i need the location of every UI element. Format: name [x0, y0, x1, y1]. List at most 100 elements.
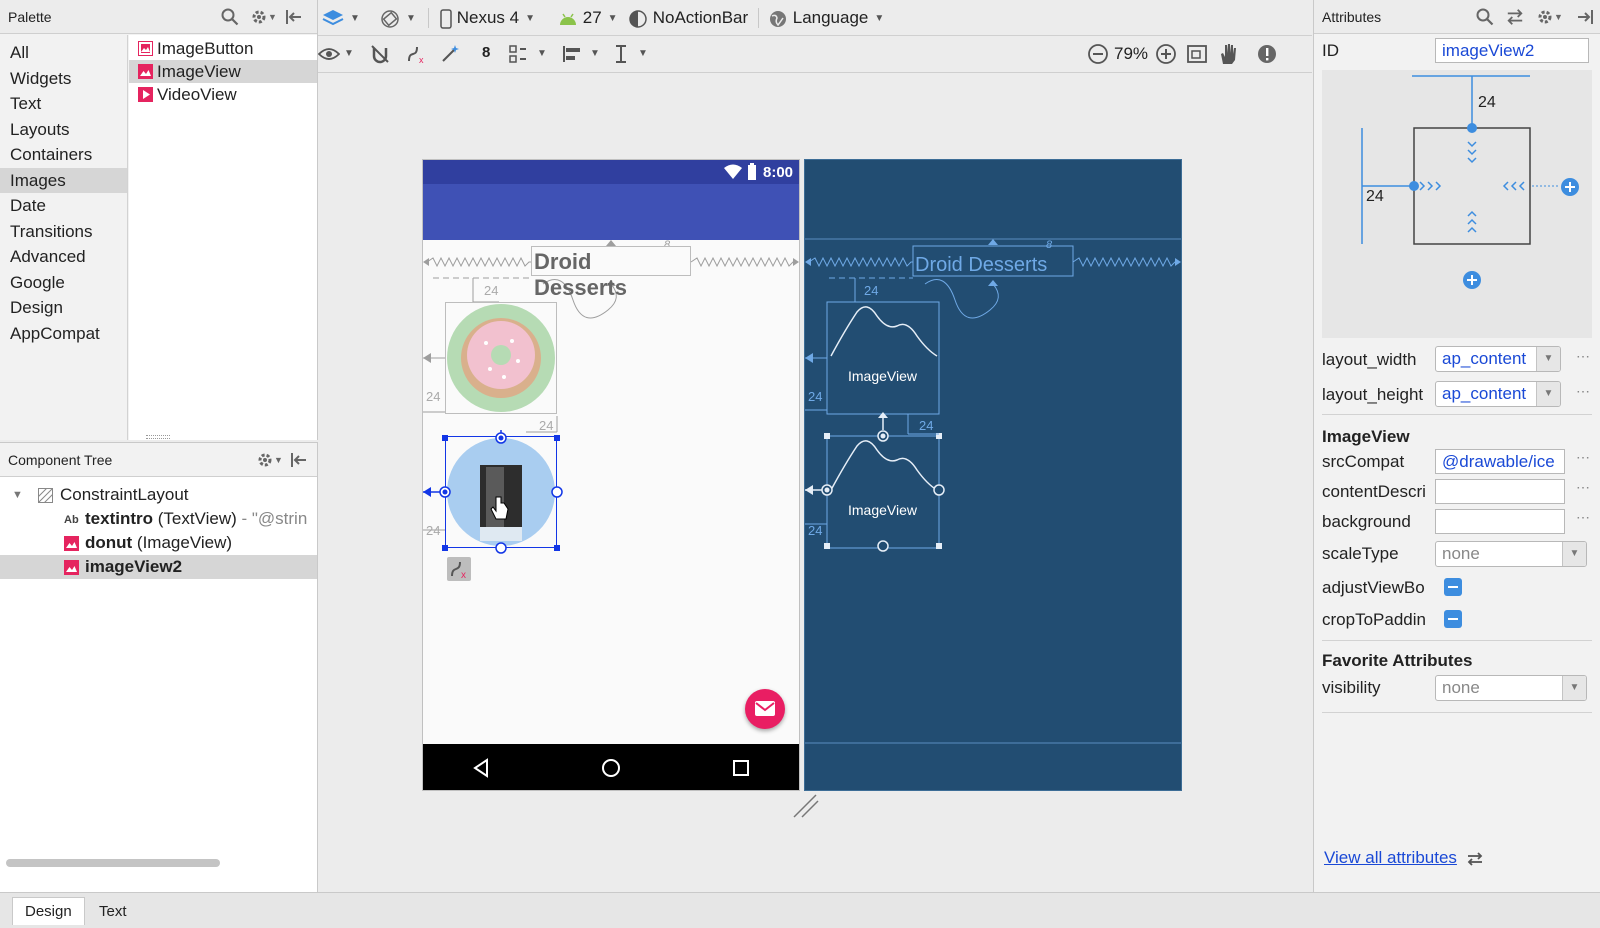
pack-icon[interactable]	[508, 44, 528, 64]
srccompat-field[interactable]: @drawable/ice	[1435, 449, 1565, 474]
pan-hand-icon[interactable]	[1218, 42, 1238, 66]
horizontal-scrollbar[interactable]	[6, 859, 220, 867]
attributes-header: Attributes ▼	[1314, 0, 1600, 34]
category-images[interactable]: Images	[0, 167, 127, 193]
svg-text:x: x	[461, 570, 466, 581]
autoconnect-off-icon[interactable]	[370, 44, 390, 64]
search-icon[interactable]	[1476, 8, 1494, 26]
gear-caret-icon[interactable]: ▼	[274, 443, 283, 477]
gear-icon[interactable]	[250, 8, 268, 26]
palette-item-imagebutton[interactable]: ImageButton	[129, 37, 317, 60]
category-layouts[interactable]: Layouts	[0, 117, 127, 143]
theme-button[interactable]: NoActionBar	[628, 0, 748, 36]
category-text[interactable]: Text	[0, 91, 127, 117]
orientation-button[interactable]: ▼	[380, 0, 416, 36]
back-icon[interactable]	[471, 758, 491, 778]
hide-panel-icon[interactable]	[1576, 8, 1594, 26]
component-tree-title: Component Tree	[8, 452, 113, 468]
layout-height-select[interactable]: ap_content ▼	[1435, 381, 1561, 407]
layout-width-more-icon[interactable]: ⋯	[1576, 348, 1590, 365]
zoom-out-icon[interactable]	[1087, 43, 1109, 65]
croptopadding-toggle[interactable]	[1444, 610, 1462, 628]
zoom-in-icon[interactable]	[1155, 43, 1177, 65]
expand-arrow-icon[interactable]: ▼	[12, 483, 23, 507]
search-icon[interactable]	[221, 8, 239, 26]
srccompat-more-icon[interactable]: ⋯	[1576, 449, 1590, 466]
layout-height-more-icon[interactable]: ⋯	[1576, 383, 1590, 400]
eye-caret-icon[interactable]: ▼	[344, 48, 354, 59]
constraint-layout-icon	[38, 488, 53, 503]
constraint-left-value[interactable]: 24	[1366, 188, 1384, 206]
zoom-fit-icon[interactable]	[1186, 43, 1208, 65]
palette-item-videoview[interactable]: VideoView	[129, 83, 317, 106]
guidelines-caret-icon[interactable]: ▼	[638, 48, 648, 59]
recents-icon[interactable]	[731, 758, 751, 778]
hide-panel-icon[interactable]	[285, 8, 303, 26]
constraint-top-value[interactable]: 24	[1478, 94, 1496, 112]
visibility-select[interactable]: none ▼	[1435, 675, 1587, 701]
scaletype-select[interactable]: none ▼	[1435, 541, 1587, 567]
swap-icon[interactable]	[1506, 8, 1524, 26]
align-caret-icon[interactable]: ▼	[590, 48, 600, 59]
tree-row-constraintlayout[interactable]: ▼ ConstraintLayout	[0, 483, 317, 507]
svg-text:x: x	[419, 55, 424, 64]
category-all[interactable]: All	[0, 40, 127, 66]
layout-width-select[interactable]: ap_content ▼	[1435, 346, 1561, 372]
fab-button[interactable]	[745, 689, 785, 729]
swap-icon[interactable]	[1466, 852, 1484, 866]
view-all-attributes-link[interactable]: View all attributes	[1324, 848, 1457, 868]
title-text: Droid Desserts	[534, 249, 627, 300]
eye-icon[interactable]	[318, 44, 340, 64]
category-appcompat[interactable]: AppCompat	[0, 321, 127, 347]
tab-text[interactable]: Text	[86, 897, 140, 925]
splitter-handle[interactable]	[146, 435, 170, 439]
background-field[interactable]	[1435, 509, 1565, 534]
blueprint-margin-left: 24	[808, 389, 823, 404]
donut-imageview[interactable]	[445, 302, 557, 414]
design-preview[interactable]: 8:00 8 Droid Desserts 24 24	[422, 159, 800, 791]
category-containers[interactable]: Containers	[0, 142, 127, 168]
clear-constraints-icon[interactable]: x	[447, 557, 471, 581]
api-dropdown[interactable]: 27 ▼	[558, 0, 618, 36]
warning-icon[interactable]	[1256, 43, 1278, 65]
design-surface-button[interactable]: ▼	[322, 0, 360, 36]
gear-caret-icon[interactable]: ▼	[1554, 0, 1563, 34]
image-view-icon	[138, 64, 153, 79]
category-design[interactable]: Design	[0, 295, 127, 321]
tree-row-textintro[interactable]: Ab textintro (TextView) - "@strin	[0, 507, 317, 531]
home-icon[interactable]	[601, 758, 621, 778]
category-date[interactable]: Date	[0, 193, 127, 219]
gear-caret-icon[interactable]: ▼	[268, 0, 277, 34]
contentdescription-more-icon[interactable]: ⋯	[1576, 479, 1590, 496]
tree-row-donut[interactable]: donut (ImageView)	[0, 531, 317, 555]
add-constraint-right-icon[interactable]	[1560, 177, 1580, 197]
palette-item-imageview[interactable]: ImageView	[129, 60, 317, 83]
resize-handle-icon[interactable]	[792, 793, 820, 819]
title-textview[interactable]: Droid Desserts	[531, 246, 691, 300]
id-field[interactable]: imageView2	[1435, 38, 1589, 63]
pack-caret-icon[interactable]: ▼	[537, 48, 547, 59]
contentdescription-field[interactable]	[1435, 479, 1565, 504]
design-canvas[interactable]: 8:00 8 Droid Desserts 24 24	[318, 73, 1312, 892]
hide-panel-icon[interactable]	[290, 451, 308, 469]
default-margin-value[interactable]: 8	[482, 44, 490, 61]
category-widgets[interactable]: Widgets	[0, 66, 127, 92]
tab-design[interactable]: Design	[12, 897, 85, 925]
background-more-icon[interactable]: ⋯	[1576, 509, 1590, 526]
category-transitions[interactable]: Transitions	[0, 219, 127, 245]
guidelines-icon[interactable]	[614, 44, 628, 64]
infer-constraints-icon[interactable]	[440, 44, 460, 64]
gear-icon[interactable]	[256, 451, 274, 469]
clear-constraints-icon[interactable]: x	[406, 44, 428, 64]
blueprint-view[interactable]: 8 Droid Desserts 24 24 24 24 ImageView I…	[804, 159, 1182, 791]
theme-icon	[629, 9, 647, 28]
category-advanced[interactable]: Advanced	[0, 244, 127, 270]
device-dropdown[interactable]: Nexus 4 ▼	[440, 0, 535, 36]
tree-row-imageview2[interactable]: imageView2	[0, 555, 317, 579]
category-google[interactable]: Google	[0, 270, 127, 296]
add-constraint-bottom-icon[interactable]	[1462, 270, 1482, 290]
language-dropdown[interactable]: Language ▼	[768, 0, 884, 36]
gear-icon[interactable]	[1536, 8, 1554, 26]
adjustviewbounds-toggle[interactable]	[1444, 578, 1462, 596]
align-icon[interactable]	[562, 44, 582, 64]
